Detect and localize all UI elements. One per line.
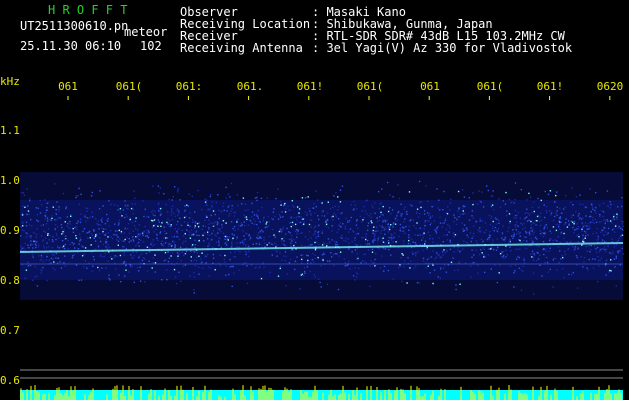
x-tick-label: 061! — [296, 80, 324, 93]
y-tick-label: 0.8 — [0, 274, 20, 287]
x-tick-label: 061( — [356, 80, 384, 93]
x-tick-label: 061 — [58, 80, 78, 93]
y-tick-label: 0.7 — [0, 324, 20, 337]
x-tick-label: 0620 — [596, 80, 624, 93]
x-tick-label: 061: — [175, 80, 203, 93]
y-unit-label: kHz — [0, 75, 20, 88]
x-tick-label: 061! — [536, 80, 564, 93]
x-tick-label: 061( — [115, 80, 143, 93]
y-tick-label: 1.1 — [0, 124, 20, 137]
y-tick-label: 1.0 — [0, 174, 20, 187]
spectrogram — [19, 96, 624, 400]
x-tick-label: 061. — [236, 80, 264, 93]
hrofft-window: H R O F F T UT2511300610.pn meteor 25.11… — [0, 0, 629, 400]
y-tick-label: 0.9 — [0, 224, 20, 237]
x-tick-label: 061( — [476, 80, 504, 93]
x-tick-label: 061 — [420, 80, 440, 93]
y-tick-label: 0.6 — [0, 374, 20, 387]
